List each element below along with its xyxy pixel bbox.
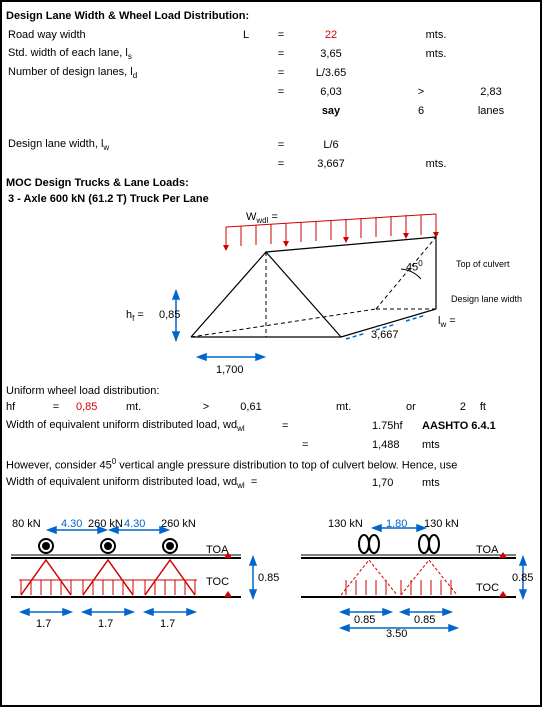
designlane-label: Design lane width, lw (6, 138, 226, 152)
wdwl2-label: Width of equivalent uniform distributed … (6, 476, 282, 490)
hf-d-val: 0,85 (159, 309, 180, 321)
kn260-a: 260 kN (88, 518, 123, 530)
sp180: 1.80 (386, 518, 407, 530)
lanes-label: lanes (466, 105, 516, 117)
toa-left: TOA (206, 544, 228, 556)
eq-s3c: = (302, 439, 322, 451)
numlanes-label: Number of design lanes, ld (6, 66, 226, 80)
thresh-s3: 0,61 (226, 401, 276, 413)
stdwidth-label: Std. width of each lane, ls (6, 47, 226, 61)
roadway-val: 22 (296, 29, 366, 41)
mts-s3a: mts (422, 439, 472, 451)
wdwl2-val: 1,70 (372, 477, 422, 489)
angle45-label: 450 (406, 259, 423, 274)
w350: 3.50 (386, 628, 407, 640)
toa-right: TOA (476, 544, 498, 556)
wwdl-label: Wwdl = (246, 211, 278, 225)
lw-label: lw = (438, 315, 456, 329)
stdwidth-val: 3,65 (296, 48, 366, 60)
say-val: 6 (406, 105, 436, 117)
numlanes-thresh: 2,83 (466, 86, 516, 98)
w085-b: 0.85 (414, 614, 435, 626)
or-lbl: or (406, 401, 436, 413)
mts-s3b: mts (422, 477, 472, 489)
eq3: = (266, 67, 296, 79)
h085-left: 0.85 (258, 572, 279, 584)
aashto-ref: AASHTO 6.4.1 (422, 420, 522, 432)
design-lane-width-label: Design lane width (451, 294, 522, 304)
eq4: = (266, 86, 296, 98)
gt-1: > (406, 86, 436, 98)
eq-s3b: = (282, 420, 302, 432)
mts-2: mts. (406, 48, 466, 60)
h085-right: 0.85 (512, 572, 533, 584)
eq2: = (266, 48, 296, 60)
mt-2: mt. (336, 401, 376, 413)
prism-width-val: 3,667 (371, 329, 399, 341)
kn260-b: 260 kN (161, 518, 196, 530)
hf-lbl: hf (6, 401, 36, 413)
eq-s3a: = (36, 401, 76, 413)
eq6: = (266, 158, 296, 170)
eq5: = (266, 139, 296, 151)
eq: = (266, 29, 296, 41)
numlanes-expr: L/3.65 (296, 67, 366, 79)
sym-L: L (226, 29, 266, 41)
wdwl-label: Width of equivalent uniform distributed … (6, 419, 282, 433)
wheel-load-diagrams: 80 kN 4.30 260 kN 4.30 260 kN TOA TOC 0.… (6, 500, 536, 640)
section2-title: MOC Design Trucks & Lane Loads: (6, 177, 536, 189)
mts-3: mts. (406, 158, 466, 170)
designlane-val: 3,667 (296, 158, 366, 170)
hf-s3-val: 0,85 (76, 401, 126, 413)
roadway-label: Road way width (6, 29, 226, 41)
truck-prism-diagram: Wwdl = 450 Top of culvert Design lane wi… (6, 209, 536, 379)
section1-title: Design Lane Width & Wheel Load Distribut… (6, 10, 536, 22)
toc-right: TOC (476, 582, 499, 594)
w17-a: 1.7 (36, 618, 51, 630)
wdwl-expr: 1.75hf (372, 420, 422, 432)
say-label: say (296, 105, 366, 117)
w085-a: 0.85 (354, 614, 375, 626)
sp430-a: 4.30 (61, 518, 82, 530)
section3-title: Uniform wheel load distribution: (6, 385, 536, 397)
ft-lbl: ft (466, 401, 486, 413)
gt-s3: > (186, 401, 226, 413)
kn80-label: 80 kN (12, 518, 41, 530)
kn130-a: 130 kN (328, 518, 363, 530)
hf-label: hf = (126, 309, 144, 323)
mts-1: mts. (406, 29, 466, 41)
w17-c: 1.7 (160, 618, 175, 630)
mt-1: mt. (126, 401, 186, 413)
designlane-expr: L/6 (296, 139, 366, 151)
w17-b: 1.7 (98, 618, 113, 630)
toc-left: TOC (206, 576, 229, 588)
ft-val: 2 (436, 401, 466, 413)
sp430-b: 4.30 (124, 518, 145, 530)
wdwl-val: 1,488 (372, 439, 422, 451)
prism-base-val: 1,700 (216, 364, 244, 376)
numlanes-val: 6,03 (296, 86, 366, 98)
note-45: However, consider 450 vertical angle pre… (6, 457, 457, 472)
kn130-b: 130 kN (424, 518, 459, 530)
section2-subtitle: 3 - Axle 600 kN (61.2 T) Truck Per Lane (8, 193, 536, 205)
top-culvert-label: Top of culvert (456, 259, 510, 269)
